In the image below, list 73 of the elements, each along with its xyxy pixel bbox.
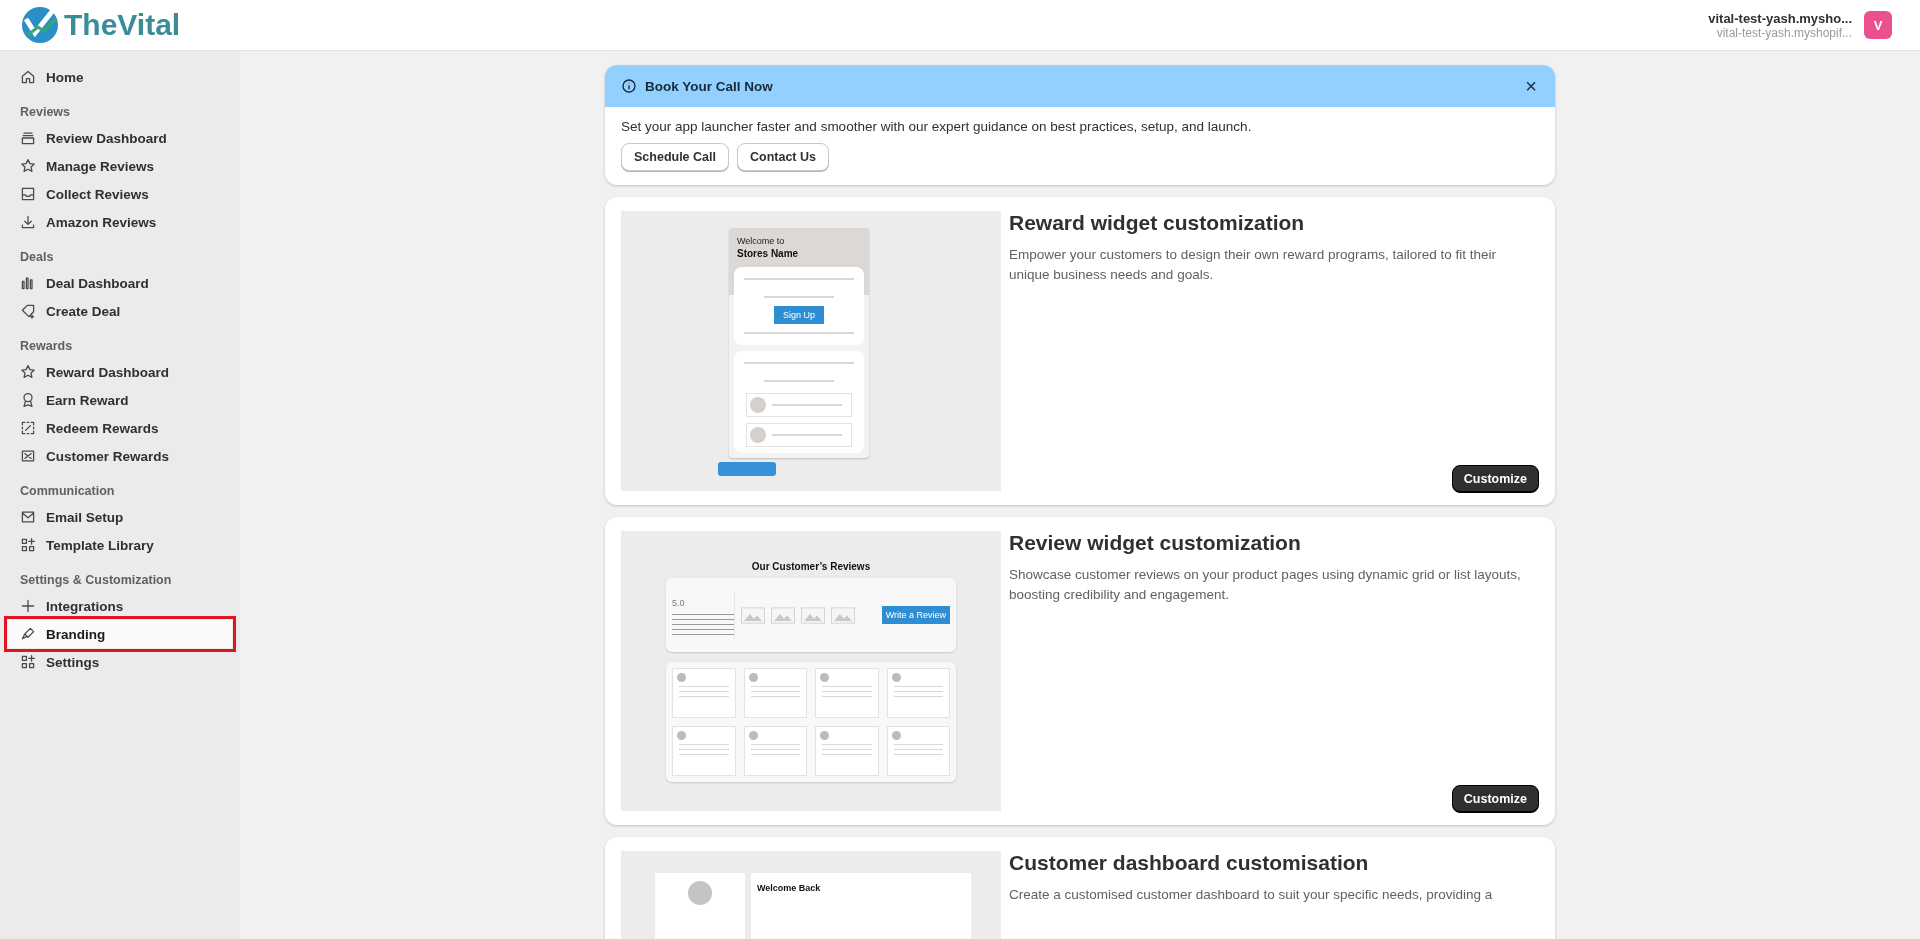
badge-icon xyxy=(20,392,36,408)
sidebar-item[interactable]: Template Library xyxy=(8,531,232,559)
card-title: Reward widget customization xyxy=(1009,211,1306,235)
launcher-mockup xyxy=(718,462,776,476)
avatar-icon xyxy=(688,881,712,905)
section-title: Settings & Customization xyxy=(19,572,173,589)
store-domain: vital-test-yash.myshopif... xyxy=(1716,25,1852,40)
customize-button[interactable]: Customize xyxy=(1451,465,1539,493)
sidebar-item[interactable]: Earn Reward xyxy=(8,386,232,414)
mail-icon xyxy=(20,509,36,525)
mockup-text: 5.0 xyxy=(672,597,685,608)
avatar-icon xyxy=(820,673,829,682)
store-name: vital-test-yash.mysho... xyxy=(1708,10,1852,26)
banner-button[interactable]: Contact Us xyxy=(737,143,829,171)
section-title: Rewards xyxy=(19,338,74,355)
stack-icon xyxy=(20,130,36,146)
banner-title: Book Your Call Now xyxy=(645,78,774,94)
plus-icon xyxy=(20,598,36,614)
mockup-text: Our Customer’s Reviews xyxy=(751,561,871,572)
image-placeholder-icon xyxy=(801,606,825,624)
mockup-text: Welcome to xyxy=(737,236,786,246)
avatar-icon xyxy=(748,673,758,682)
sidebar-item[interactable]: Review Dashboard xyxy=(8,124,232,152)
avatar-icon xyxy=(677,731,686,740)
sidebar-item[interactable]: Reward Dashboard xyxy=(8,358,232,386)
logo-icon xyxy=(20,5,60,45)
card-title: Customer dashboard customisation xyxy=(1009,851,1370,875)
card-title: Review widget customization xyxy=(1009,531,1302,555)
brush-icon xyxy=(20,626,36,642)
avatar-icon xyxy=(750,397,766,413)
avatar-icon xyxy=(891,731,901,740)
banner-button[interactable]: Schedule Call xyxy=(621,143,729,171)
close-button[interactable]: × xyxy=(1523,76,1539,96)
bar-chart-icon xyxy=(20,275,36,291)
sidebar-item[interactable]: Deal Dashboard xyxy=(8,269,232,297)
star-icon xyxy=(20,158,36,174)
sidebar-item[interactable]: Collect Reviews xyxy=(8,180,232,208)
avatar-icon xyxy=(750,427,766,443)
mockup-text: Stores Name xyxy=(737,248,800,259)
customize-button[interactable]: Customize xyxy=(1451,785,1539,813)
banner-text: Set your app launcher faster and smoother with our expert guidance on best practices, setup, and launch. xyxy=(621,119,1253,134)
card-description: Create a customised customer dashboard to suit your specific needs, providing a xyxy=(1009,886,1494,904)
sidebar-item[interactable]: Manage Reviews xyxy=(8,152,232,180)
card-description: Empower your customers to design their own reward programs, tailored to fit their unique business needs and goals. xyxy=(1009,246,1497,284)
avatar-icon xyxy=(748,731,758,740)
avatar-icon xyxy=(891,673,901,682)
section-title: Deals xyxy=(19,249,55,266)
sidebar-item[interactable]: Integrations xyxy=(8,592,232,620)
mockup-text: Welcome Back xyxy=(757,883,821,893)
image-placeholder-icon xyxy=(771,606,795,624)
grid-icon xyxy=(20,654,36,670)
tag-icon xyxy=(20,303,36,319)
sidebar-item[interactable]: Settings xyxy=(8,648,232,676)
sidebar-item[interactable]: Redeem Rewards xyxy=(8,414,232,442)
star-icon xyxy=(20,364,36,380)
inbox-icon xyxy=(20,186,36,202)
download-icon xyxy=(20,214,36,230)
sidebar-item[interactable]: Create Deal xyxy=(8,297,232,325)
sidebar-item[interactable]: Home xyxy=(8,63,232,91)
section-title: Reviews xyxy=(19,104,72,121)
avatar-icon xyxy=(677,673,686,682)
info-icon xyxy=(621,78,637,94)
section-title: Communication xyxy=(19,483,116,500)
sidebar-item[interactable]: Email Setup xyxy=(8,503,232,531)
sidebar-item[interactable]: Amazon Reviews xyxy=(8,208,232,236)
logo-text: TheVital xyxy=(64,8,181,42)
home-icon xyxy=(20,69,36,85)
card-description: Showcase customer reviews on your product pages using dynamic grid or list layouts, boosting credibility and engagement. xyxy=(1009,566,1522,604)
avatar-icon xyxy=(820,731,829,740)
image-placeholder-icon xyxy=(741,606,765,624)
grid-icon xyxy=(20,537,36,553)
image-placeholder-icon xyxy=(831,606,855,624)
sidebar-item[interactable]: Customer Rewards xyxy=(8,442,232,470)
